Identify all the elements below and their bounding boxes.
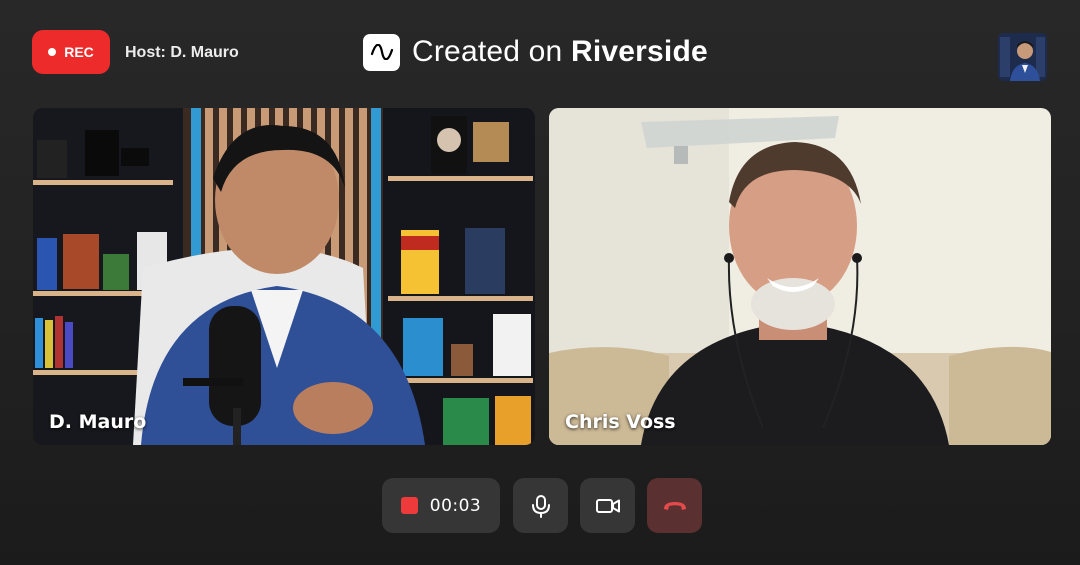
brand-name: Riverside — [570, 35, 708, 68]
stop-icon — [400, 497, 418, 514]
participant-name: Chris Voss — [565, 411, 676, 433]
participant-name: D. Mauro — [49, 411, 147, 433]
control-bar: 00:03 — [0, 478, 1080, 533]
end-call-button[interactable] — [647, 478, 702, 533]
avatar[interactable] — [998, 33, 1047, 81]
host-video-feed — [33, 108, 535, 445]
phone-hangup-icon — [663, 501, 686, 510]
microphone-icon — [531, 494, 550, 518]
guest-video-feed — [549, 108, 1051, 445]
recording-timer: 00:03 — [429, 495, 482, 516]
video-tile-guest[interactable]: Chris Voss — [549, 108, 1051, 445]
riverside-logo-icon — [363, 33, 400, 71]
brand-prefix: Created on — [412, 35, 563, 68]
brand: Created on Riverside — [363, 32, 708, 72]
rec-dot-icon — [48, 48, 57, 56]
microphone-button[interactable] — [513, 478, 568, 533]
brand-text: Created on Riverside — [412, 35, 708, 69]
rec-label: REC — [64, 44, 94, 60]
stop-recording-button[interactable]: 00:03 — [382, 478, 500, 533]
host-label: Host: D. Mauro — [125, 44, 239, 61]
camera-button[interactable] — [580, 478, 635, 533]
rec-badge: REC — [32, 30, 110, 74]
video-camera-icon — [595, 498, 620, 513]
video-tile-host[interactable]: D. Mauro — [33, 108, 535, 445]
